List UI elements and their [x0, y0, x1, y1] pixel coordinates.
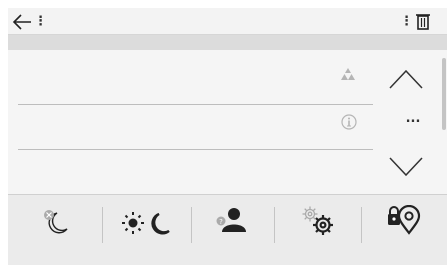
day-night-icon	[122, 212, 170, 235]
privacy-lock-pin-icon	[388, 205, 421, 235]
more-button[interactable]: ...	[398, 112, 428, 132]
right-menu-button[interactable]: ⋮	[400, 11, 413, 33]
user-question-icon: ?	[216, 208, 246, 232]
settings-button[interactable]	[275, 195, 361, 253]
settings-gears-icon	[302, 206, 333, 235]
bottom-toolbar: ?	[8, 194, 447, 265]
left-menu-button[interactable]: ⋮	[34, 11, 47, 33]
app-screen: ⋮ ⋮ ... ?	[8, 8, 447, 265]
day-night-button[interactable]	[103, 195, 191, 253]
night-mode-off-icon	[44, 210, 68, 234]
chevron-up-icon	[389, 69, 423, 89]
user-help-button[interactable]: ?	[192, 195, 274, 253]
scroll-down-button[interactable]	[388, 156, 424, 178]
scroll-controls: ...	[373, 50, 447, 194]
trash-icon	[416, 14, 430, 30]
warning-triangles-icon	[341, 68, 355, 80]
arrow-left-icon	[12, 14, 31, 30]
list-item[interactable]	[8, 146, 373, 194]
list-item[interactable]	[8, 98, 373, 146]
scrollbar-thumb[interactable]	[442, 58, 446, 130]
top-bar: ⋮ ⋮	[8, 8, 447, 35]
privacy-button[interactable]	[362, 195, 447, 253]
info-circle-icon	[341, 114, 357, 130]
svg-text:?: ?	[219, 218, 223, 226]
item-list	[8, 50, 373, 194]
night-mode-off-button[interactable]	[8, 195, 102, 253]
scroll-up-button[interactable]	[388, 68, 424, 90]
delete-button[interactable]	[414, 12, 432, 32]
sub-header-bar	[8, 35, 447, 50]
back-button[interactable]	[11, 11, 35, 33]
list-item[interactable]	[8, 50, 373, 98]
chevron-down-icon	[389, 157, 423, 177]
